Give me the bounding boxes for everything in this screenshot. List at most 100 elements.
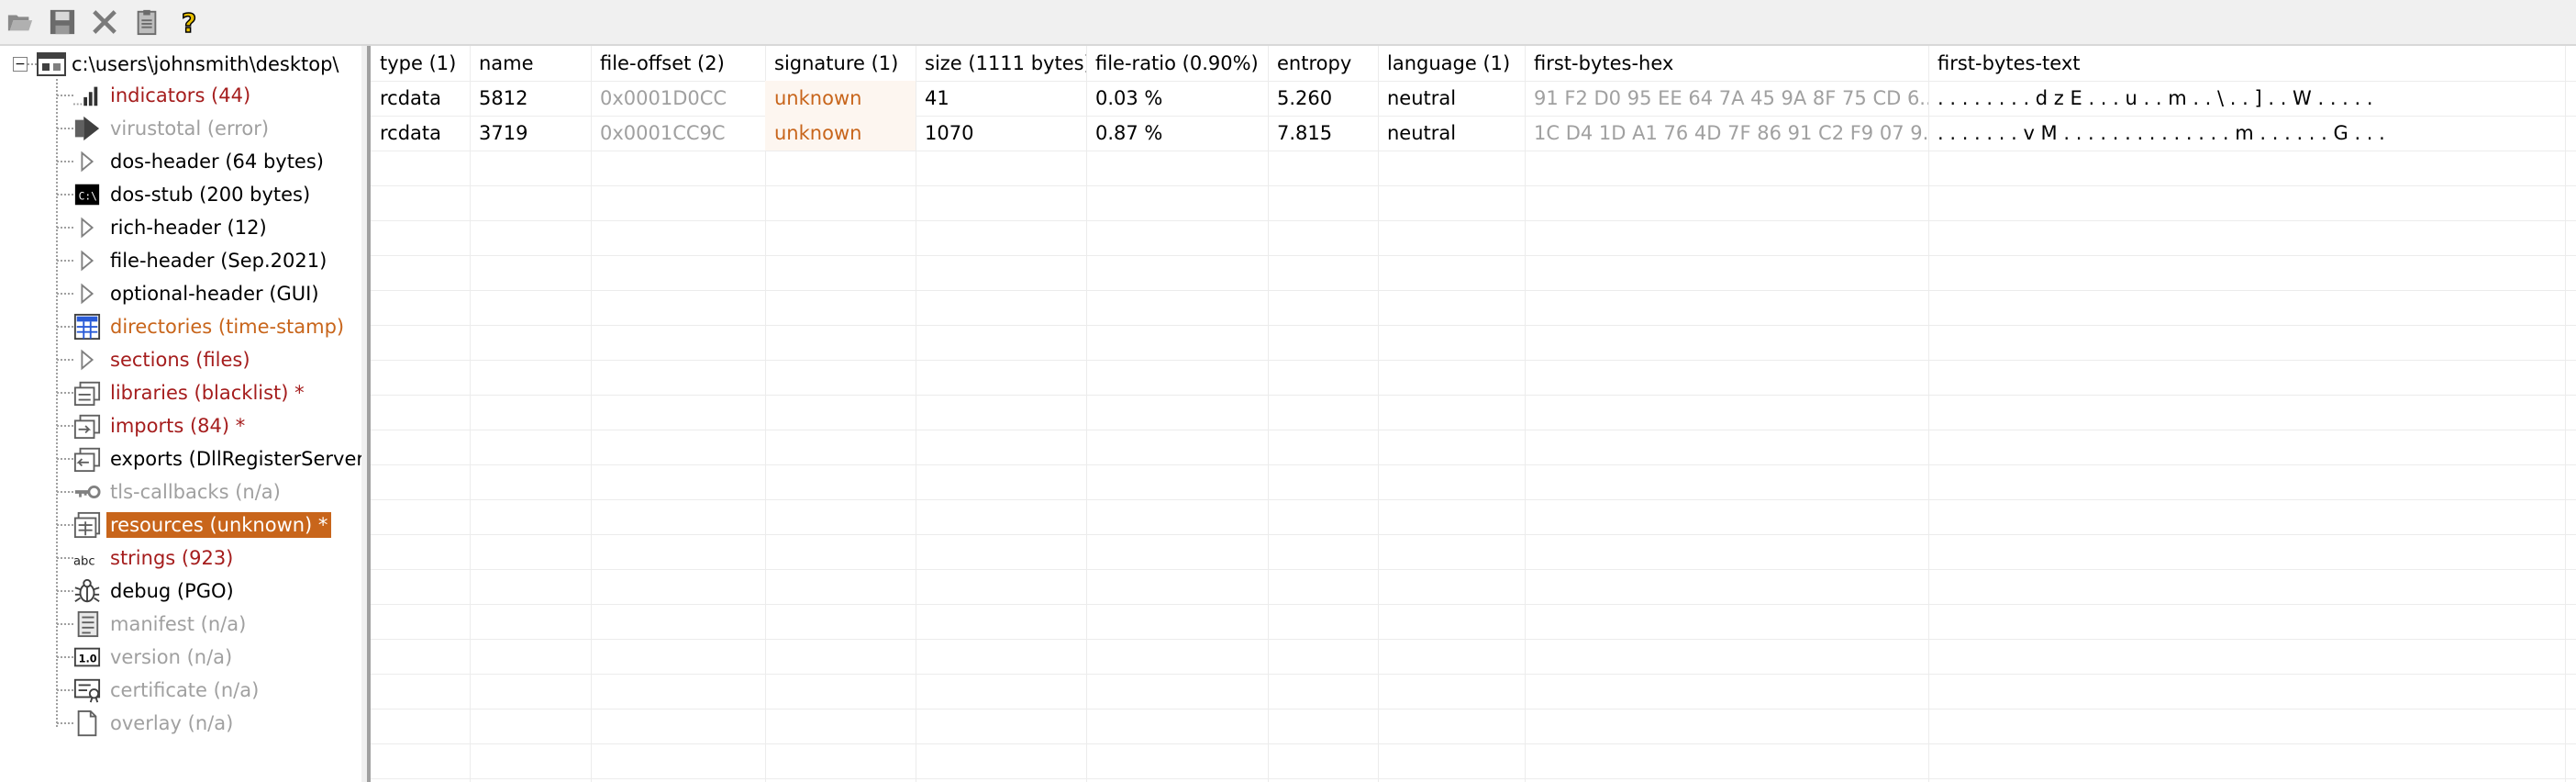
- tree-item-label: tls-callbacks (n/a): [110, 481, 281, 503]
- column-header-file-offset[interactable]: file-offset (2): [591, 46, 765, 81]
- tree-item-version[interactable]: 1.0 version (n/a): [57, 641, 236, 674]
- grid-row-line: [371, 395, 2576, 396]
- table-cell: 5.260: [1277, 87, 1333, 109]
- grid-row-line: [371, 674, 2576, 675]
- tree-item-libraries[interactable]: libraries (blacklist) *: [57, 376, 308, 409]
- tree-connector: [57, 689, 73, 691]
- tree-item-debug[interactable]: debug (PGO): [57, 575, 238, 608]
- tree-item-indicators[interactable]: indicators (44): [57, 79, 254, 112]
- table-cell: 91 F2 D0 95 EE 64 7A 45 9A 8F 75 CD 6...: [1534, 87, 1928, 109]
- key-icon: [73, 478, 101, 506]
- arrow-right-icon: [73, 115, 101, 142]
- column-header-entropy[interactable]: entropy: [1268, 46, 1378, 81]
- grid-column-line: [1525, 46, 1526, 782]
- tree-item-label: sections (files): [110, 349, 250, 371]
- triangle-right-icon[interactable]: [73, 346, 101, 374]
- triangle-right-icon[interactable]: [73, 280, 101, 307]
- tree-item-virustotal[interactable]: virustotal (error): [57, 112, 272, 145]
- table-cell: 1070: [925, 122, 974, 144]
- tree-connector: [57, 656, 73, 658]
- tree-item-overlay[interactable]: overlay (n/a): [57, 707, 237, 740]
- tree-connector: [57, 359, 73, 361]
- grid-row-line: [371, 534, 2576, 535]
- toolbar: ?: [0, 0, 2576, 44]
- tree-item-label: version (n/a): [110, 646, 233, 668]
- open-icon: [7, 15, 33, 31]
- tree-item-label: indicators (44): [110, 84, 251, 106]
- tree-connector: [57, 194, 73, 196]
- grid-column-line: [470, 46, 471, 782]
- grid-column-line: [591, 46, 592, 782]
- column-header-first-bytes-text[interactable]: first-bytes-text: [1928, 46, 2576, 81]
- triangle-right-icon[interactable]: [73, 148, 101, 175]
- tree-item-exports[interactable]: exports (DllRegisterServer: [57, 442, 368, 475]
- grid-row-line: [371, 255, 2576, 256]
- svg-text:C:\: C:\: [79, 191, 97, 203]
- table-row[interactable]: rcdata 3719 0x0001CC9C unknown 1070 0.87 % 7.8…: [371, 116, 2576, 151]
- column-header-first-bytes-hex[interactable]: first-bytes-hex: [1525, 46, 1928, 81]
- collapse-icon[interactable]: −: [13, 57, 28, 72]
- grid-column-line: [1378, 46, 1379, 782]
- tree-connector: [57, 95, 73, 96]
- tree-item-resources[interactable]: resources (unknown) *: [57, 508, 332, 542]
- triangle-right-icon[interactable]: [73, 247, 101, 274]
- triangle-right-icon[interactable]: [73, 214, 101, 241]
- console-icon: C:\: [73, 181, 101, 208]
- column-header-signature[interactable]: signature (1): [765, 46, 916, 81]
- export-icon: [73, 445, 101, 473]
- table-cell: rcdata: [380, 122, 442, 144]
- grid-row-line: [371, 499, 2576, 500]
- grid-column-line: [765, 46, 766, 782]
- tree-connector: [57, 425, 73, 427]
- tree-item-label: dos-header (64 bytes): [110, 151, 324, 173]
- table-cell: neutral: [1387, 87, 1457, 109]
- tree-item-directories[interactable]: directories (time-stamp): [57, 310, 348, 343]
- tree-root[interactable]: − c:\users\johnsmith\desktop\: [13, 50, 339, 79]
- close-button[interactable]: [88, 6, 121, 39]
- table-cell: 1C D4 1D A1 76 4D 7F 86 91 C2 F9 07 9...: [1534, 122, 1928, 144]
- tree-item-rich-header[interactable]: rich-header (12): [57, 211, 271, 244]
- tree-connector: [57, 623, 73, 625]
- grid-row-line: [371, 360, 2576, 361]
- version-icon: 1.0: [73, 643, 101, 671]
- close-icon: [93, 10, 117, 34]
- tree-connector: [57, 161, 73, 162]
- table-cell: . . . . . . . . d z E . . . u . . m . . …: [1938, 87, 2373, 109]
- grid-header-row: type (1) name file-offset (2) signature (1)…: [371, 46, 2576, 81]
- tree-item-sections[interactable]: sections (files): [57, 343, 254, 376]
- column-header-size[interactable]: size (1111 bytes): [916, 46, 1086, 81]
- grid-row-line: [371, 325, 2576, 326]
- import-icon: [73, 412, 101, 440]
- table-cell: unknown: [765, 81, 916, 116]
- tree-item-dos-stub[interactable]: C:\ dos-stub (200 bytes): [57, 178, 314, 211]
- table-cell: 41: [925, 87, 949, 109]
- tree-item-file-header[interactable]: file-header (Sep.2021): [57, 244, 330, 277]
- save-button[interactable]: [46, 6, 79, 39]
- table-cell: 5812: [479, 87, 528, 109]
- grid-row-line: [371, 639, 2576, 640]
- tree-connector: [57, 293, 73, 295]
- grid-row-line: [371, 220, 2576, 221]
- tree-item-dos-header[interactable]: dos-header (64 bytes): [57, 145, 328, 178]
- tree-item-label: overlay (n/a): [110, 712, 234, 734]
- tree-item-optional-header[interactable]: optional-header (GUI): [57, 277, 323, 310]
- table-row[interactable]: rcdata 5812 0x0001D0CC unknown 41 0.03 % 5.260…: [371, 81, 2576, 116]
- tree-item-strings[interactable]: abc strings (923): [57, 542, 237, 575]
- tree-connector: [57, 458, 73, 460]
- column-header-type[interactable]: type (1): [371, 46, 470, 81]
- tree-item-imports[interactable]: imports (84) *: [57, 409, 249, 442]
- column-header-file-ratio[interactable]: file-ratio (0.90%): [1086, 46, 1268, 81]
- tree-item-manifest[interactable]: manifest (n/a): [57, 608, 250, 641]
- certificate-icon: [73, 676, 101, 704]
- help-button[interactable]: ?: [172, 6, 205, 39]
- open-button[interactable]: [4, 6, 37, 39]
- tree-item-label: rich-header (12): [110, 217, 267, 239]
- tree-item-certificate[interactable]: certificate (n/a): [57, 674, 262, 707]
- clipboard-button[interactable]: [130, 6, 163, 39]
- save-icon: [50, 9, 75, 35]
- tree-connector: [57, 491, 73, 493]
- table-cell: unknown: [765, 116, 916, 151]
- column-header-language[interactable]: language (1): [1378, 46, 1525, 81]
- column-header-name[interactable]: name: [470, 46, 591, 81]
- tree-item-tls-callbacks[interactable]: tls-callbacks (n/a): [57, 475, 284, 508]
